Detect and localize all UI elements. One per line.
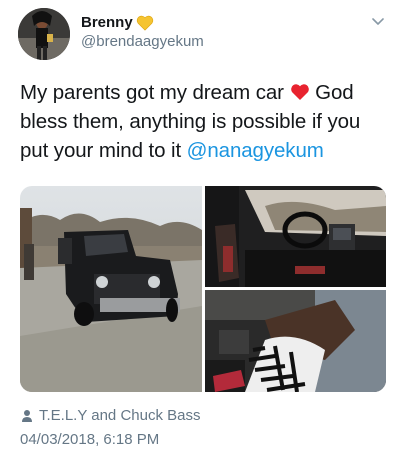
- black-suv-exterior-photo[interactable]: [20, 186, 202, 392]
- tweet-text: My parents got my dream car God bless th…: [20, 78, 390, 165]
- media-grid: [20, 186, 386, 392]
- tweet-header: Brenny @brendaagyekum: [13, 8, 393, 60]
- car-interior-seat-photo[interactable]: [205, 290, 386, 392]
- display-name[interactable]: Brenny: [81, 14, 204, 32]
- yellow-heart-icon: [136, 15, 153, 31]
- red-heart-icon: [290, 84, 309, 100]
- car-interior-dashboard-photo[interactable]: [205, 186, 386, 287]
- avatar[interactable]: [18, 8, 70, 60]
- display-name-text: Brenny: [81, 14, 133, 31]
- tagged-users-text: T.E.L.Y and Chuck Bass: [39, 407, 201, 424]
- tagged-users[interactable]: T.E.L.Y and Chuck Bass: [21, 407, 200, 424]
- person-icon: [22, 409, 32, 422]
- chevron-down-icon[interactable]: [371, 14, 385, 28]
- mention-link[interactable]: @nanagyekum: [187, 139, 324, 162]
- tweet-text-part1: My parents got my dream car: [20, 81, 290, 104]
- handle[interactable]: @brendaagyekum: [81, 32, 204, 52]
- timestamp[interactable]: 04/03/2018, 6:18 PM: [20, 431, 159, 448]
